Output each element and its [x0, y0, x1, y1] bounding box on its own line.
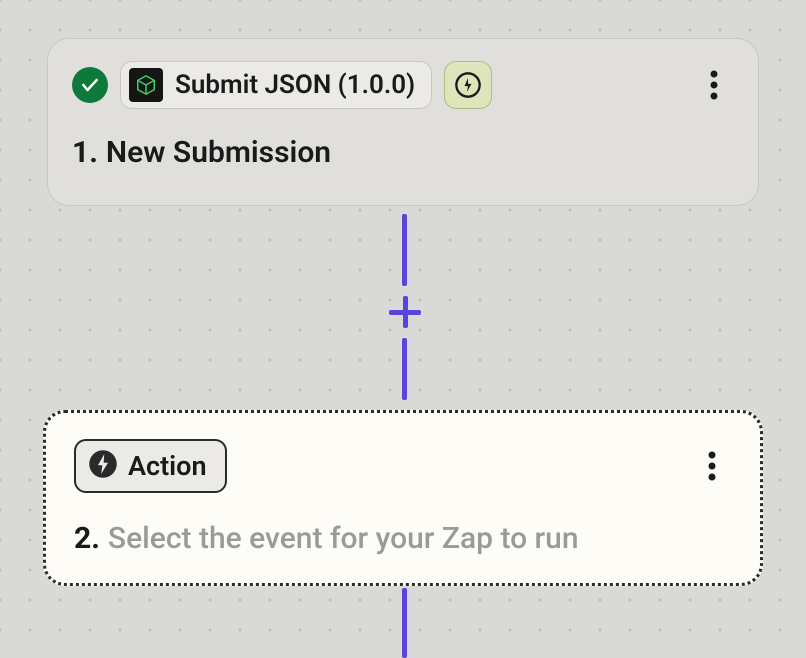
action-chip-label: Action [128, 450, 207, 482]
check-success-icon [72, 67, 108, 103]
action-chip[interactable]: Action [74, 439, 227, 493]
trigger-header: Submit JSON (1.0.0) [72, 61, 734, 109]
step-number: 2. [74, 521, 100, 556]
app-name-label: Submit JSON (1.0.0) [175, 70, 415, 100]
step-menu-button[interactable] [694, 65, 734, 105]
trigger-step-title: 1. New Submission [72, 135, 734, 170]
step-menu-button[interactable] [692, 446, 732, 486]
connector-line [402, 338, 407, 400]
action-step-title: 2. Select the event for your Zap to run [74, 521, 732, 556]
step-name: New Submission [106, 135, 331, 170]
step-number: 1. [72, 135, 98, 170]
connector-line [402, 588, 407, 658]
step-placeholder: Select the event for your Zap to run [108, 521, 579, 556]
app-logo-icon [129, 68, 163, 102]
app-chip[interactable]: Submit JSON (1.0.0) [120, 61, 432, 109]
trigger-step-card[interactable]: Submit JSON (1.0.0) 1. New Submission [47, 38, 759, 206]
bolt-icon [88, 449, 118, 483]
action-header: Action [74, 439, 732, 493]
connector-line [402, 214, 407, 286]
action-step-card[interactable]: Action 2. Select the event for your Zap … [43, 410, 763, 586]
add-step-button[interactable] [383, 290, 427, 334]
instant-trigger-icon [444, 61, 492, 109]
